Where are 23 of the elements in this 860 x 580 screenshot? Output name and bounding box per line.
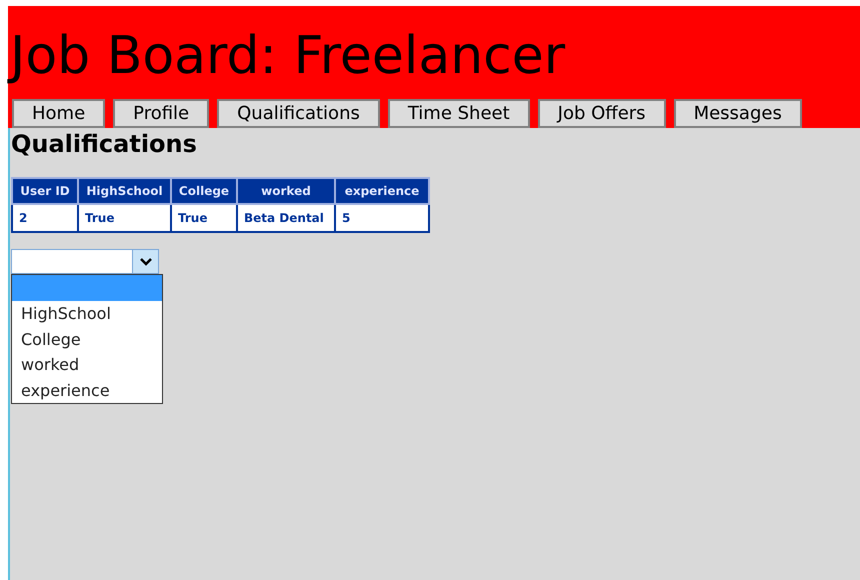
dropdown-field[interactable]: [11, 249, 159, 274]
column-header: worked: [237, 178, 335, 204]
table-cell: 5: [335, 204, 429, 232]
table-cell: Beta Dental: [237, 204, 335, 232]
column-header: experience: [335, 178, 429, 204]
nav-tab[interactable]: Time Sheet: [388, 99, 530, 128]
column-header: User ID: [12, 178, 78, 204]
chevron-down-icon: [140, 258, 152, 266]
nav-tab[interactable]: Job Offers: [538, 99, 666, 128]
column-header: College: [171, 178, 237, 204]
nav-tab[interactable]: Messages: [674, 99, 802, 128]
dropdown-option[interactable]: HighSchool: [12, 301, 162, 326]
table-cell: 2: [12, 204, 78, 232]
table-cell: True: [171, 204, 237, 232]
nav-tab[interactable]: Qualifications: [217, 99, 380, 128]
column-header: HighSchool: [78, 178, 171, 204]
table-cell: True: [78, 204, 171, 232]
dropdown-option[interactable]: experience: [12, 378, 162, 403]
page-heading: Qualifications: [11, 132, 197, 156]
nav-tab[interactable]: Profile: [113, 99, 210, 128]
dropdown-option[interactable]: worked: [12, 352, 162, 378]
nav-tab[interactable]: Home: [12, 99, 106, 128]
dropdown-option[interactable]: College: [12, 326, 162, 352]
